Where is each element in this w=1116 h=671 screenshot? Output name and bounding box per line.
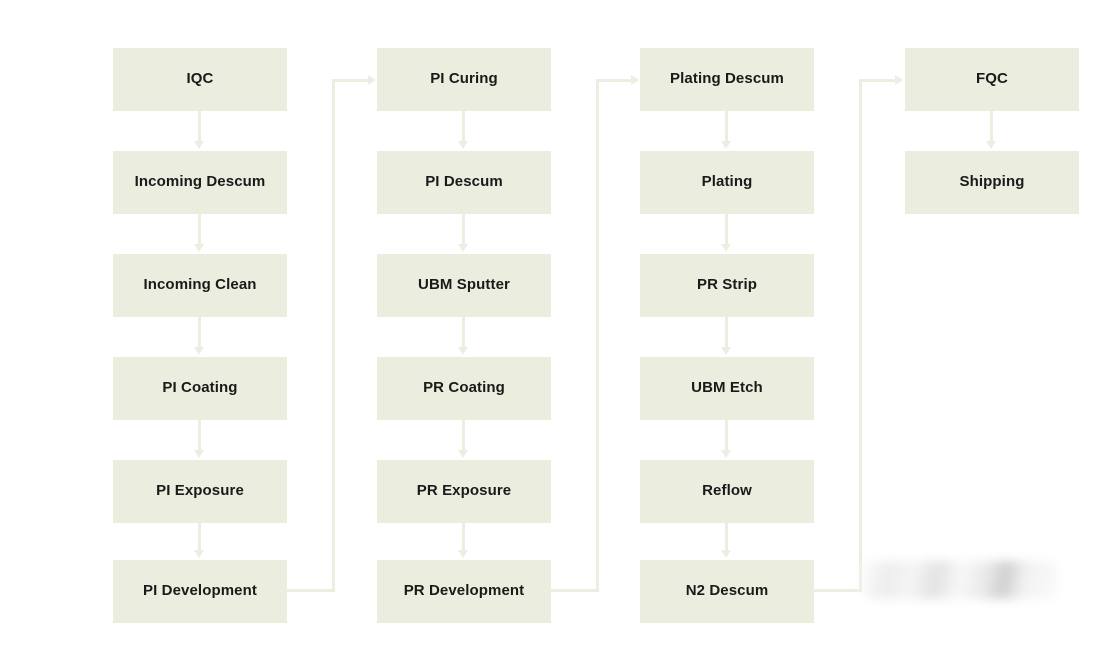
arrow-icon [986, 141, 996, 149]
connector-col3-to-col4-vertical [859, 79, 862, 592]
process-box-shipping[interactable]: Shipping [905, 151, 1079, 214]
blurred-watermark-region [862, 561, 1058, 599]
connector-col2-to-col3-horizontal-out [550, 589, 599, 592]
process-box-n2-descum[interactable]: N2 Descum [640, 560, 814, 623]
connector-incoming-descum-to-incoming-clean [198, 214, 201, 246]
process-box-label: PI Curing [430, 70, 498, 88]
process-box-label: PR Development [403, 582, 525, 600]
connector-incoming-clean-to-pi-coating [198, 317, 201, 349]
process-box-label: UBM Etch [691, 379, 763, 397]
process-box-pr-coating[interactable]: PR Coating [377, 357, 551, 420]
process-box-pi-curing[interactable]: PI Curing [377, 48, 551, 111]
process-box-label: Reflow [702, 482, 752, 500]
process-box-label: FQC [976, 70, 1008, 88]
process-box-pr-strip[interactable]: PR Strip [640, 254, 814, 317]
connector-fqc-to-shipping [990, 111, 993, 143]
connector-col1-to-col2-horizontal-out [287, 589, 335, 592]
arrow-icon [194, 141, 204, 149]
arrow-icon [368, 75, 376, 85]
connector-pi-exposure-to-pi-development [198, 523, 201, 552]
process-box-label: PI Coating [162, 379, 238, 397]
arrow-icon [458, 450, 468, 458]
arrow-icon [721, 141, 731, 149]
arrow-icon [458, 141, 468, 149]
arrow-icon [194, 550, 204, 558]
connector-ubm-sputter-to-pr-coating [462, 317, 465, 349]
arrow-icon [721, 347, 731, 355]
connector-pr-coating-to-pr-exposure [462, 420, 465, 452]
arrow-icon [458, 550, 468, 558]
connector-col3-to-col4-horizontal-out [813, 589, 862, 592]
arrow-icon [194, 450, 204, 458]
connector-col3-to-col4-horizontal-in [859, 79, 897, 82]
connector-reflow-to-n2-descum [725, 523, 728, 552]
process-box-label: PR Exposure [416, 482, 512, 500]
process-box-iqc[interactable]: IQC [113, 48, 287, 111]
arrow-icon [721, 550, 731, 558]
connector-col2-to-col3-vertical [596, 79, 599, 592]
process-box-label: N2 Descum [685, 582, 769, 600]
connector-pi-curing-to-pi-descum [462, 111, 465, 143]
connector-pr-exposure-to-pr-development [462, 523, 465, 552]
process-box-label: Shipping [959, 173, 1025, 191]
connector-ubm-etch-to-reflow [725, 420, 728, 452]
process-box-pi-descum[interactable]: PI Descum [377, 151, 551, 214]
process-box-pr-exposure[interactable]: PR Exposure [377, 460, 551, 523]
connector-col1-to-col2-horizontal-in [332, 79, 370, 82]
process-box-pi-exposure[interactable]: PI Exposure [113, 460, 287, 523]
process-box-plating[interactable]: Plating [640, 151, 814, 214]
process-box-pi-development[interactable]: PI Development [113, 560, 287, 623]
process-box-fqc[interactable]: FQC [905, 48, 1079, 111]
process-box-ubm-sputter[interactable]: UBM Sputter [377, 254, 551, 317]
connector-plating-descum-to-plating [725, 111, 728, 143]
arrow-icon [458, 347, 468, 355]
process-box-label: Incoming Descum [134, 173, 266, 191]
process-box-reflow[interactable]: Reflow [640, 460, 814, 523]
connector-col1-to-col2-vertical [332, 79, 335, 592]
arrow-icon [721, 244, 731, 252]
process-box-ubm-etch[interactable]: UBM Etch [640, 357, 814, 420]
process-box-label: IQC [186, 70, 214, 88]
process-box-incoming-clean[interactable]: Incoming Clean [113, 254, 287, 317]
process-box-label: PR Strip [697, 276, 757, 294]
process-box-label: Plating [701, 173, 753, 191]
connector-pi-descum-to-ubm-sputter [462, 214, 465, 246]
process-box-label: PI Descum [425, 173, 503, 191]
process-box-label: PR Coating [423, 379, 505, 397]
arrow-icon [895, 75, 903, 85]
process-box-pr-development[interactable]: PR Development [377, 560, 551, 623]
connector-iqc-to-incoming-descum [198, 111, 201, 143]
process-box-pi-coating[interactable]: PI Coating [113, 357, 287, 420]
process-box-plating-descum[interactable]: Plating Descum [640, 48, 814, 111]
arrow-icon [721, 450, 731, 458]
connector-pr-strip-to-ubm-etch [725, 317, 728, 349]
process-box-label: Incoming Clean [143, 276, 257, 294]
process-box-label: PI Exposure [156, 482, 244, 500]
process-box-label: PI Development [143, 582, 257, 600]
connector-pi-coating-to-pi-exposure [198, 420, 201, 452]
arrow-icon [194, 244, 204, 252]
process-flow-diagram: IQC Incoming Descum Incoming Clean PI Co… [0, 0, 1116, 671]
arrow-icon [631, 75, 639, 85]
process-box-label: UBM Sputter [418, 276, 510, 294]
process-box-incoming-descum[interactable]: Incoming Descum [113, 151, 287, 214]
connector-col2-to-col3-horizontal-in [596, 79, 633, 82]
arrow-icon [194, 347, 204, 355]
connector-plating-to-pr-strip [725, 214, 728, 246]
process-box-label: Plating Descum [670, 70, 784, 88]
arrow-icon [458, 244, 468, 252]
